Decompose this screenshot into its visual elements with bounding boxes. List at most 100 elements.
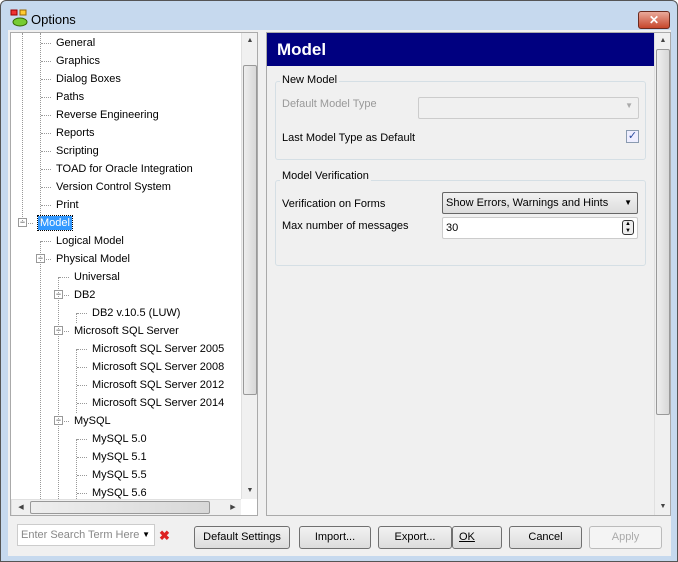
verification-on-forms-label: Verification on Forms bbox=[282, 198, 386, 210]
apply-button: Apply bbox=[589, 526, 662, 549]
ok-label: OK bbox=[459, 531, 475, 543]
new-model-group-title: New Model bbox=[280, 74, 340, 86]
new-model-group bbox=[275, 81, 646, 160]
export-button[interactable]: Export... bbox=[378, 526, 452, 549]
h-scroll-thumb[interactable] bbox=[30, 501, 210, 514]
tree-item-label: Logical Model bbox=[56, 235, 124, 247]
tree-item-label: Universal bbox=[74, 271, 120, 283]
default-model-type-combo[interactable]: ▼ bbox=[418, 97, 639, 119]
tree-line bbox=[58, 277, 59, 499]
tree-item[interactable]: Physical Model bbox=[56, 250, 130, 268]
spin-updown-icon[interactable]: ▲ ▼ bbox=[622, 220, 634, 235]
tree-item[interactable]: Microsoft SQL Server 2012 bbox=[92, 376, 224, 394]
options-tree[interactable]: ▲ ▼ ◀ ▶ General Graphics Dialog Boxes Paths… bbox=[10, 32, 258, 516]
scroll-down-icon[interactable]: ▼ bbox=[243, 487, 257, 494]
tree-vertical-scrollbar[interactable]: ▲ ▼ bbox=[241, 33, 257, 499]
tree-item[interactable]: TOAD for Oracle Integration bbox=[56, 160, 193, 178]
ok-button[interactable]: OK bbox=[452, 526, 502, 549]
tree-item-label: TOAD for Oracle Integration bbox=[56, 163, 193, 175]
panel-scroll-thumb[interactable] bbox=[656, 49, 670, 415]
tree-connector bbox=[41, 205, 51, 206]
tree-item[interactable]: Paths bbox=[56, 88, 84, 106]
chevron-down-icon: ▼ bbox=[625, 101, 633, 110]
tree-connector bbox=[77, 493, 87, 494]
verification-selected-value: Show Errors, Warnings and Hints bbox=[446, 197, 609, 209]
tree-item[interactable]: Microsoft SQL Server 2014 bbox=[92, 394, 224, 412]
tree-item[interactable]: Logical Model bbox=[56, 232, 124, 250]
chevron-down-icon: ▼ bbox=[624, 198, 632, 207]
cancel-label: Cancel bbox=[528, 531, 563, 543]
tree-connector bbox=[77, 349, 87, 350]
tree-item[interactable]: Reverse Engineering bbox=[56, 106, 159, 124]
search-placeholder: Enter Search Term Here bbox=[21, 529, 140, 541]
default-settings-button[interactable]: Default Settings bbox=[194, 526, 290, 549]
tree-item[interactable]: Model bbox=[37, 214, 73, 232]
scroll-left-icon[interactable]: ◀ bbox=[14, 503, 28, 511]
tree-item[interactable]: MySQL 5.1 bbox=[92, 448, 147, 466]
options-window: Options ✕ ▲ ▼ ◀ ▶ General Graphics Dialog … bbox=[0, 0, 678, 562]
tree-item-label: DB2 v.10.5 (LUW) bbox=[92, 307, 181, 319]
tree-item-label: MySQL bbox=[74, 415, 111, 427]
tree-item-label: Model bbox=[37, 215, 73, 231]
search-input[interactable]: Enter Search Term Here ▼ bbox=[17, 524, 155, 546]
tree-connector bbox=[41, 133, 51, 134]
tree-item[interactable]: Print bbox=[56, 196, 79, 214]
tree-item[interactable]: MySQL 5.6 bbox=[92, 484, 147, 502]
tree-item-label: Reports bbox=[56, 127, 95, 139]
clear-search-icon[interactable]: ✖ bbox=[159, 528, 170, 544]
tree-item[interactable]: Microsoft SQL Server 2008 bbox=[92, 358, 224, 376]
tree-item[interactable]: Universal bbox=[74, 268, 120, 286]
last-model-type-checkbox[interactable]: ✓ bbox=[626, 130, 639, 143]
tree-item-label: General bbox=[56, 37, 96, 49]
panel-scroll-down-icon[interactable]: ▼ bbox=[656, 503, 670, 510]
tree-line bbox=[22, 33, 23, 223]
window-title: Options bbox=[31, 12, 76, 27]
chevron-down-icon[interactable]: ▼ bbox=[142, 525, 150, 545]
tree-item[interactable]: MySQL 5.5 bbox=[92, 466, 147, 484]
tree-item[interactable]: Version Control System bbox=[56, 178, 171, 196]
tree-line bbox=[40, 33, 41, 223]
tree-item[interactable]: MySQL 5.0 bbox=[92, 430, 147, 448]
tree-item-label: MySQL 5.6 bbox=[92, 487, 147, 499]
tree-connector bbox=[41, 115, 51, 116]
tree-item[interactable]: General bbox=[56, 34, 95, 52]
tree-item-label: Paths bbox=[56, 91, 85, 103]
verification-group-title: Model Verification bbox=[280, 170, 371, 182]
tree-connector bbox=[77, 475, 87, 476]
tree-item[interactable]: DB2 bbox=[74, 286, 95, 304]
tree-item[interactable]: Graphics bbox=[56, 52, 100, 70]
tree-item-label: MySQL 5.0 bbox=[92, 433, 147, 445]
tree-connector bbox=[77, 367, 87, 368]
tree-item-label: Microsoft SQL Server 2008 bbox=[92, 361, 225, 373]
tree-item-label: Dialog Boxes bbox=[56, 73, 121, 85]
max-messages-input[interactable]: 30 ▲ ▼ bbox=[442, 217, 638, 239]
tree-item[interactable]: DB2 v.10.5 (LUW) bbox=[92, 304, 180, 322]
tree-item-label: Print bbox=[56, 199, 79, 211]
panel-title: Model bbox=[267, 33, 654, 66]
tree-connector bbox=[77, 457, 87, 458]
scroll-thumb[interactable] bbox=[243, 65, 257, 395]
tree-item[interactable]: Reports bbox=[56, 124, 95, 142]
panel-scroll-up-icon[interactable]: ▲ bbox=[656, 37, 670, 44]
tree-item[interactable]: MySQL bbox=[74, 412, 111, 430]
tree-item[interactable]: Dialog Boxes bbox=[56, 70, 121, 88]
scroll-right-icon[interactable]: ▶ bbox=[226, 503, 240, 511]
tree-item[interactable]: Microsoft SQL Server 2005 bbox=[92, 340, 224, 358]
close-button[interactable]: ✕ bbox=[638, 11, 670, 29]
tree-item-label: Microsoft SQL Server bbox=[74, 325, 179, 337]
tree-line bbox=[76, 313, 77, 323]
tree-connector bbox=[41, 79, 51, 80]
cancel-button[interactable]: Cancel bbox=[509, 526, 582, 549]
max-messages-label: Max number of messages bbox=[282, 220, 409, 232]
tree-item-label: MySQL 5.1 bbox=[92, 451, 147, 463]
tree-item-label: Physical Model bbox=[56, 253, 130, 265]
tree-item-label: Reverse Engineering bbox=[56, 109, 159, 121]
app-icon bbox=[10, 9, 28, 27]
tree-connector bbox=[41, 61, 51, 62]
verification-on-forms-select[interactable]: Show Errors, Warnings and Hints ▼ bbox=[442, 192, 638, 214]
scroll-up-icon[interactable]: ▲ bbox=[243, 37, 257, 44]
tree-item[interactable]: Scripting bbox=[56, 142, 99, 160]
tree-item[interactable]: Microsoft SQL Server bbox=[74, 322, 179, 340]
import-button[interactable]: Import... bbox=[299, 526, 371, 549]
panel-scrollbar[interactable]: ▲ ▼ bbox=[654, 33, 670, 515]
